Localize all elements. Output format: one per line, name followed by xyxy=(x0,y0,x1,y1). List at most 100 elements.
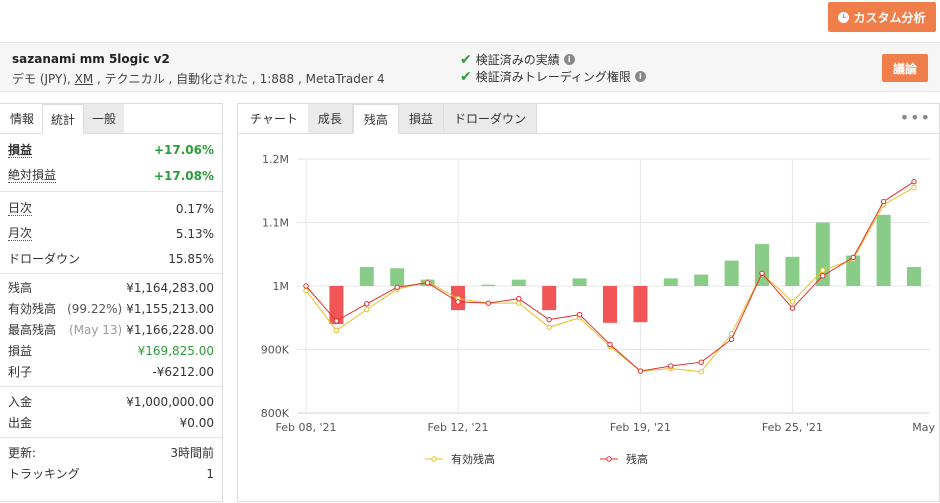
help-icon[interactable]: i xyxy=(634,71,646,82)
clock-icon xyxy=(838,11,850,23)
bar-positive xyxy=(724,260,739,286)
x-tick-label: Feb 25, '21 xyxy=(762,421,823,434)
chart-tabs: チャート 成長 残高 損益 ドローダウン ••• xyxy=(238,104,939,134)
stats-tabs: 情報 統計 一般 xyxy=(0,104,222,134)
series-point xyxy=(546,324,552,330)
series-point xyxy=(880,198,887,205)
bar-positive xyxy=(755,244,769,286)
stat-label[interactable]: 日次 xyxy=(8,201,33,216)
stat-highest-balance: 最高残高 (May 13) ¥1,166,228.00 xyxy=(0,319,222,340)
bar-negative xyxy=(633,286,648,323)
check-icon: ✔ xyxy=(460,51,472,68)
bar-positive xyxy=(785,256,800,286)
tab-general[interactable]: 一般 xyxy=(84,104,125,133)
bar-positive xyxy=(390,268,405,286)
tab-chart[interactable]: チャート xyxy=(240,104,308,133)
series-point xyxy=(789,305,796,311)
stat-drawdown: ドローダウン 15.85% xyxy=(0,246,222,271)
series-point xyxy=(698,359,704,365)
y-tick-label: 1.1M xyxy=(262,217,289,230)
stat-value: ¥1,166,228.00 xyxy=(126,322,214,337)
stat-label: 有効残高 xyxy=(8,302,57,316)
stat-label: 最高残高 xyxy=(8,323,57,337)
series-point xyxy=(637,368,644,374)
system-name: sazanami mm 5logic v2 xyxy=(12,52,170,66)
series-point xyxy=(698,369,704,375)
series-point xyxy=(333,327,340,334)
series-point xyxy=(303,287,309,294)
equity-percent: (99.22%) xyxy=(67,301,123,316)
stat-value: 15.85% xyxy=(168,251,214,266)
stat-label[interactable]: 損益 xyxy=(8,143,33,158)
stat-value: ¥1,000,000.00 xyxy=(126,394,214,409)
verified-privileges-label: 検証済みトレーディング権限 xyxy=(475,70,631,84)
custom-analysis-button[interactable]: カスタム分析 xyxy=(828,2,936,32)
broker-link[interactable]: XM xyxy=(75,72,94,86)
stat-label: トラッキング xyxy=(8,467,80,481)
system-info-bar: sazanami mm 5logic v2 デモ (JPY), XM , テクニ… xyxy=(0,42,940,92)
stat-value: +17.06% xyxy=(153,143,214,157)
verified-track-label: 検証済みの実績 xyxy=(475,53,560,67)
tab-statistics[interactable]: 統計 xyxy=(42,104,85,134)
tab-growth[interactable]: 成長 xyxy=(307,104,353,133)
bar-positive xyxy=(907,266,921,286)
series-point xyxy=(911,178,917,185)
series-point xyxy=(607,341,613,348)
stat-value: 0.17% xyxy=(175,201,214,216)
stat-value: 1 xyxy=(206,466,214,481)
tab-balance[interactable]: 残高 xyxy=(352,104,399,134)
legend-label: 有効残高 xyxy=(451,452,495,466)
stat-value: 5.13% xyxy=(175,226,214,241)
series-point xyxy=(364,301,370,307)
stat-tracking: トラッキング 1 xyxy=(0,463,222,484)
stat-label: 損益 xyxy=(8,344,33,358)
custom-analysis-label: カスタム分析 xyxy=(853,10,926,25)
stat-value: +17.08% xyxy=(153,168,214,183)
tab-profit[interactable]: 損益 xyxy=(398,104,444,133)
stat-label: 残高 xyxy=(8,281,33,295)
discuss-button[interactable]: 議論 xyxy=(882,54,928,82)
x-tick-label: Feb 12, '21 xyxy=(428,421,489,434)
series-point xyxy=(576,311,583,318)
bar-positive xyxy=(572,278,587,286)
series-point xyxy=(394,284,400,290)
bar-positive xyxy=(481,284,496,286)
series-point xyxy=(485,300,492,306)
series-point xyxy=(759,270,765,277)
series-point xyxy=(911,184,917,191)
x-tick-label: Feb 19, '21 xyxy=(610,421,671,434)
bar-positive xyxy=(663,278,678,286)
stat-label: 利子 xyxy=(8,365,33,379)
tab-drawdown[interactable]: ドローダウン xyxy=(443,104,537,133)
bar-positive xyxy=(511,279,526,286)
series-point xyxy=(789,299,796,305)
stat-label[interactable]: 月次 xyxy=(8,226,33,241)
y-tick-label: 1M xyxy=(273,280,290,293)
help-icon[interactable]: i xyxy=(563,54,575,65)
bar-positive xyxy=(694,274,709,286)
stat-value: -¥6212.00 xyxy=(152,364,214,379)
series-point xyxy=(546,316,552,323)
stats-panel: 情報 統計 一般 損益 +17.06% 絶対損益 +17.08% 日次 0.17… xyxy=(0,103,223,502)
series-point xyxy=(424,280,431,286)
desc-suffix: , テクニカル , 自動化された , 1:888 , MetaTrader 4 xyxy=(93,72,385,86)
balance-chart: 800K 900K 1M 1.1M 1.2M Feb 08, '21 Feb 12, '21… xyxy=(261,153,940,466)
stat-label: 出金 xyxy=(8,416,33,430)
verified-privileges: ✔ 検証済みトレーディング権限 i xyxy=(460,68,646,85)
series-point xyxy=(455,299,461,305)
x-tick-label: May 06, '21 xyxy=(912,421,939,434)
stat-pl: 損益 ¥169,825.00 xyxy=(0,340,222,361)
series-point xyxy=(516,300,522,306)
series-point xyxy=(303,283,309,289)
stat-value: 3時間前 xyxy=(170,446,214,460)
series-point xyxy=(668,363,674,369)
tab-info[interactable]: 情報 xyxy=(2,104,42,133)
stat-label[interactable]: 絶対損益 xyxy=(8,168,57,183)
stat-value: ¥1,155,213.00 xyxy=(126,301,214,316)
series-point xyxy=(516,296,522,302)
bar-positive xyxy=(876,214,891,286)
more-options-icon[interactable]: ••• xyxy=(900,108,931,127)
check-icon: ✔ xyxy=(460,68,472,85)
stat-absolute-profit: 絶対損益 +17.08% xyxy=(0,162,222,189)
bar-negative xyxy=(603,286,617,323)
